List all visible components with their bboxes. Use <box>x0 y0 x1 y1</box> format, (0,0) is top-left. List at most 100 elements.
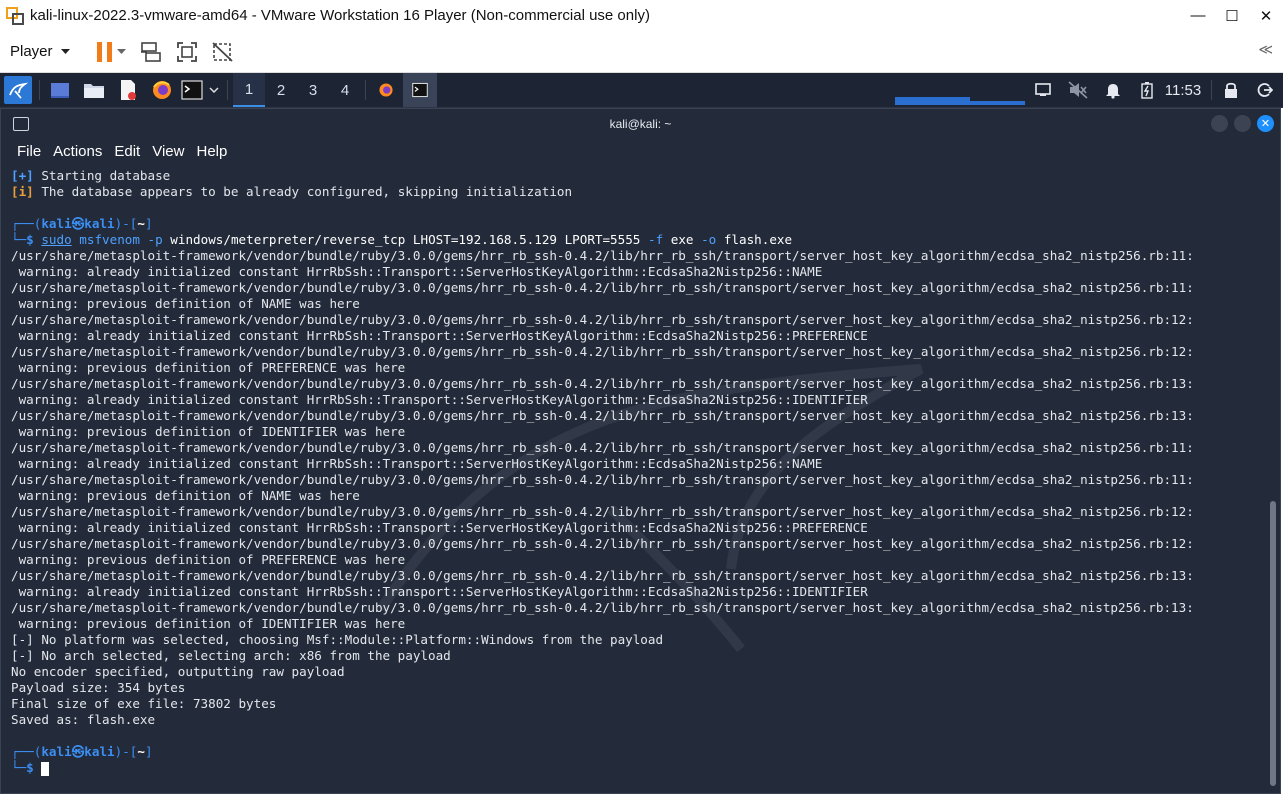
line-text: Final size of exe file: 73802 bytes <box>11 696 277 711</box>
line-text: Payload size: 354 bytes <box>11 680 186 695</box>
line-text: [-] No platform was selected, choosing M… <box>11 632 664 647</box>
prompt-host: kali <box>84 744 115 759</box>
prompt-user: kali <box>41 216 72 231</box>
terminal-scrollbar[interactable] <box>1270 501 1276 786</box>
command-arg: -f <box>647 232 664 247</box>
terminal-line: /usr/share/metasploit-framework/vendor/b… <box>11 472 1260 488</box>
menu-help[interactable]: Help <box>196 143 227 160</box>
terminal-line: [i] The database appears to be already c… <box>11 184 1260 200</box>
terminal-line: /usr/share/metasploit-framework/vendor/b… <box>11 504 1260 520</box>
workspace-3-button[interactable]: 3 <box>297 73 329 107</box>
line-text: warning: previous definition of NAME was… <box>11 296 360 311</box>
line-text: No encoder specified, outputting raw pay… <box>11 664 345 679</box>
line-text: warning: already initialized constant Hr… <box>11 520 868 535</box>
terminal-line: /usr/share/metasploit-framework/vendor/b… <box>11 568 1260 584</box>
line-text: warning: already initialized constant Hr… <box>11 392 868 407</box>
close-window-button[interactable]: ✕ <box>1249 0 1283 31</box>
player-menu-button[interactable]: Player <box>10 43 70 60</box>
battery-charging-icon <box>1141 82 1153 99</box>
file-manager-button[interactable] <box>80 73 108 107</box>
minimize-button[interactable]: — <box>1181 0 1215 31</box>
taskbar-terminal-window[interactable] <box>403 73 437 107</box>
power-status-button[interactable] <box>1138 73 1156 107</box>
terminal-launcher-button[interactable] <box>180 73 204 107</box>
volume-button[interactable] <box>1066 73 1090 107</box>
terminal-line: warning: previous definition of IDENTIFI… <box>11 424 1260 440</box>
volume-muted-icon <box>1068 81 1088 99</box>
folder-icon <box>84 84 104 98</box>
player-menu-label: Player <box>10 43 53 60</box>
menu-edit[interactable]: Edit <box>114 143 140 160</box>
desktop-icon <box>51 83 69 98</box>
workspace-4-button[interactable]: 4 <box>329 73 361 107</box>
text-editor-button[interactable] <box>114 73 142 107</box>
terminal-line: [+] Starting database <box>11 168 1260 184</box>
unity-button[interactable] <box>208 37 238 67</box>
terminal-maximize-button[interactable] <box>1234 115 1251 132</box>
taskbar-firefox-window[interactable] <box>371 73 401 107</box>
panel-clock[interactable]: 11:53 <box>1160 73 1206 107</box>
terminal-menubar: File Actions Edit View Help <box>1 139 227 163</box>
line-text: warning: already initialized constant Hr… <box>11 456 823 471</box>
text-cursor <box>41 761 50 776</box>
firefox-icon <box>153 81 171 99</box>
terminal-line: warning: previous definition of NAME was… <box>11 296 1260 312</box>
firefox-button[interactable] <box>148 73 176 107</box>
text-editor-icon <box>121 80 136 100</box>
terminal-close-button[interactable]: ✕ <box>1257 115 1274 132</box>
menu-view[interactable]: View <box>152 143 184 160</box>
line-text: warning: previous definition of PREFEREN… <box>11 360 406 375</box>
kali-menu-button[interactable] <box>4 76 32 104</box>
line-text: warning: previous definition of IDENTIFI… <box>11 424 406 439</box>
vmware-logo-icon <box>6 6 24 25</box>
collapse-toolbar-button[interactable]: ≪ <box>1258 41 1273 58</box>
terminal-line: Saved as: flash.exe <box>11 712 1260 728</box>
line-text: Saved as: flash.exe <box>11 712 156 727</box>
line-text: Starting database <box>33 168 171 183</box>
workspace-2-button[interactable]: 2 <box>265 73 297 107</box>
terminal-line: ┌──(kali㉿kali)-[~] <box>11 744 153 759</box>
status-tag: [+] <box>11 168 34 183</box>
terminal-line: No encoder specified, outputting raw pay… <box>11 664 1260 680</box>
terminal-output[interactable]: [+] Starting database [i] The database ap… <box>11 168 1260 776</box>
command-arg: exe <box>663 232 702 247</box>
terminal-line: /usr/share/metasploit-framework/vendor/b… <box>11 280 1260 296</box>
fullscreen-button[interactable] <box>172 37 202 67</box>
workspace-1-button[interactable]: 1 <box>233 73 265 107</box>
logout-button[interactable] <box>1254 73 1276 107</box>
fullscreen-icon <box>176 41 197 62</box>
terminal-launcher-menu[interactable] <box>206 73 222 107</box>
menu-file[interactable]: File <box>17 143 41 160</box>
notifications-button[interactable] <box>1102 73 1124 107</box>
line-text: /usr/share/metasploit-framework/vendor/b… <box>11 536 1194 551</box>
menu-actions[interactable]: Actions <box>53 143 102 160</box>
terminal-line: /usr/share/metasploit-framework/vendor/b… <box>11 600 1260 616</box>
terminal-line: warning: previous definition of IDENTIFI… <box>11 616 1260 632</box>
prompt-user: kali <box>41 744 72 759</box>
show-desktop-button[interactable] <box>46 73 74 107</box>
chevron-down-icon <box>209 87 219 93</box>
send-ctrl-alt-del-button[interactable] <box>136 37 166 67</box>
terminal-line: warning: previous definition of NAME was… <box>11 488 1260 504</box>
lock-screen-button[interactable] <box>1220 73 1242 107</box>
network-icon <box>1035 83 1051 96</box>
terminal-line: Payload size: 354 bytes <box>11 680 1260 696</box>
logout-icon <box>1257 83 1273 97</box>
unity-disabled-icon <box>211 41 233 62</box>
prompt-path: ~ <box>137 744 145 759</box>
prompt-host: kali <box>84 216 115 231</box>
maximize-button[interactable]: ☐ <box>1215 0 1249 31</box>
power-menu-button[interactable] <box>114 37 130 67</box>
cpu-graph-icon <box>895 97 1025 105</box>
command-sudo: sudo <box>41 232 72 247</box>
vm-toolbar: Player ≪ <box>0 31 1283 73</box>
terminal-window: kali@kali: ~ ✕ File Actions Edit View He… <box>0 108 1281 794</box>
terminal-line: /usr/share/metasploit-framework/vendor/b… <box>11 344 1260 360</box>
terminal-icon <box>181 80 203 100</box>
network-button[interactable] <box>1032 73 1054 107</box>
terminal-minimize-button[interactable] <box>1211 115 1228 132</box>
terminal-line: /usr/share/metasploit-framework/vendor/b… <box>11 312 1260 328</box>
line-text: warning: already initialized constant Hr… <box>11 264 823 279</box>
